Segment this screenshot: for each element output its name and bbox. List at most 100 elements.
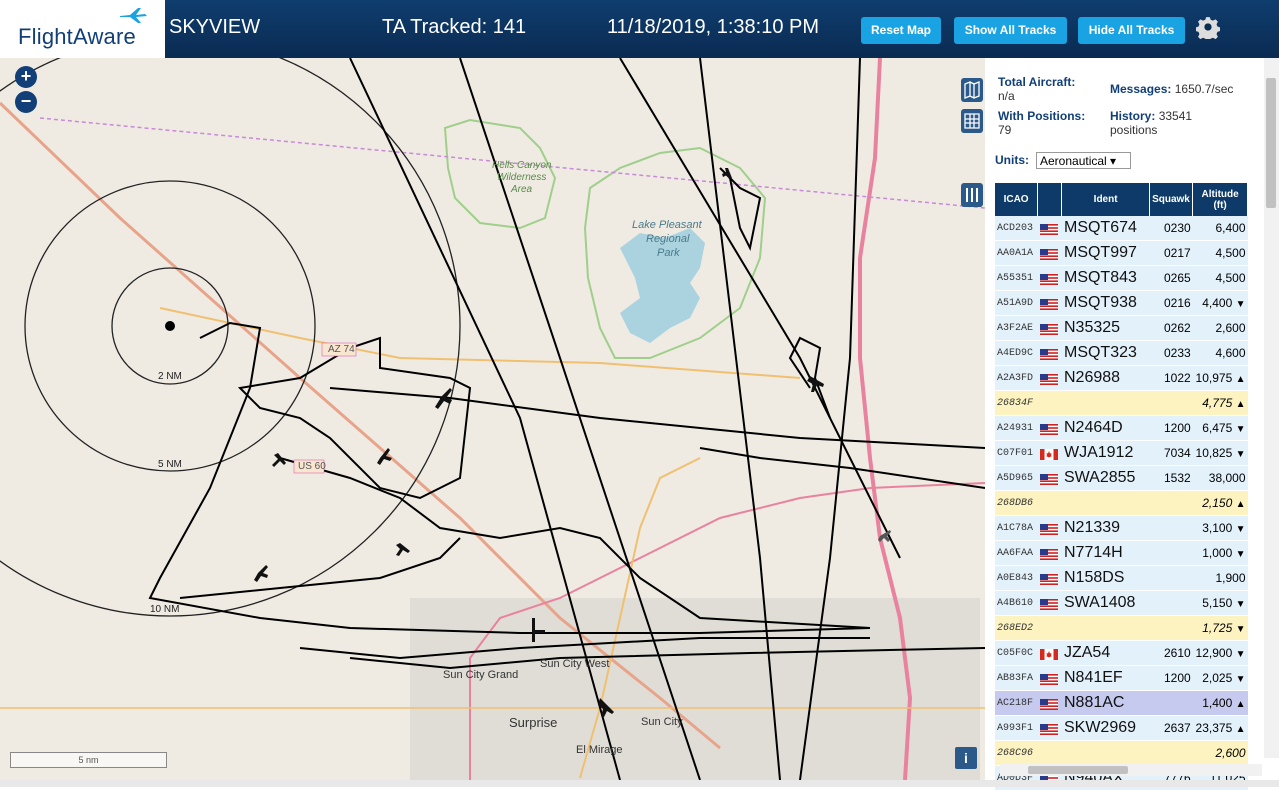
- cell-altitude: 4,775 ▲: [1192, 390, 1248, 416]
- altitude-trend-icon: ▼: [1235, 449, 1246, 460]
- col-flag: [1037, 183, 1063, 216]
- table-row[interactable]: AB83FA N841EF 1200 2,025 ▼: [995, 665, 1248, 691]
- cell-altitude: 1,725 ▼: [1192, 615, 1248, 641]
- col-altitude[interactable]: Altitude (ft): [1192, 183, 1248, 216]
- history: History: 33541 positions: [1110, 109, 1192, 137]
- cell-icao: A0E843: [995, 565, 1038, 591]
- col-squawk[interactable]: Squawk: [1149, 183, 1194, 216]
- table-row[interactable]: ACD203 MSQT674 0230 6,400: [995, 216, 1248, 241]
- horizontal-scrollbar[interactable]: [1000, 764, 1262, 776]
- messages: Messages: 1650.7/sec: [1110, 82, 1233, 96]
- place-park: Park: [657, 247, 680, 259]
- us-flag-icon: [1039, 348, 1058, 360]
- altitude-value: 4,775: [1202, 396, 1233, 410]
- altitude-value: 4,400: [1202, 296, 1233, 310]
- total-aircraft-value: n/a: [998, 89, 1015, 103]
- cell-icao: A24931: [995, 415, 1038, 441]
- place-regional: Regional: [646, 233, 690, 245]
- us-flag-icon: [1039, 573, 1058, 585]
- canada-flag-icon: [1039, 448, 1058, 460]
- zoom-in-button[interactable]: +: [15, 66, 37, 88]
- map-layers-button[interactable]: [961, 78, 983, 102]
- show-all-tracks-button[interactable]: Show All Tracks: [954, 17, 1067, 44]
- table-row[interactable]: A3F2AE N35325 0262 2,600: [995, 315, 1248, 341]
- table-row[interactable]: A2A3FD N26988 1022 10,975 ▲: [995, 365, 1248, 391]
- cell-icao: A4ED9C: [995, 340, 1038, 366]
- info-button[interactable]: i: [955, 747, 977, 769]
- us-flag-icon: [1039, 323, 1058, 335]
- map-view[interactable]: 2 NM 5 NM 10 NM AZ 74 US 60 Hells Canyon…: [0, 58, 985, 780]
- scroll-thumb-h[interactable]: [1028, 766, 1128, 774]
- place-el-mirage: El Mirage: [576, 744, 623, 756]
- us-flag-icon: [1039, 523, 1058, 535]
- columns-button[interactable]: [961, 183, 983, 207]
- cell-ident: MSQT938: [1061, 290, 1150, 316]
- altitude-trend-icon: ▼: [1235, 424, 1246, 435]
- table-row[interactable]: A5D965 SWA2855 1532 38,000: [995, 465, 1248, 491]
- table-row[interactable]: 268ED2 1,725 ▼: [995, 615, 1248, 641]
- table-row[interactable]: A51A9D MSQT938 0216 4,400 ▼: [995, 290, 1248, 316]
- units-select[interactable]: Aeronautical ▾: [1036, 152, 1131, 169]
- cell-altitude: 4,500: [1192, 265, 1248, 291]
- logo-text: FlightAware: [18, 24, 136, 49]
- cell-ident: N35325: [1061, 315, 1150, 341]
- vertical-scrollbar[interactable]: [1264, 58, 1279, 758]
- total-aircraft-label: Total Aircraft:: [998, 75, 1076, 89]
- table-row[interactable]: 268DB6 2,150 ▲: [995, 490, 1248, 516]
- table-row[interactable]: C05F0C JZA54 2610 12,900 ▼: [995, 640, 1248, 666]
- us-flag-icon: [1039, 298, 1058, 310]
- site-name: SKYVIEW: [169, 16, 261, 38]
- table-row[interactable]: 268C96 2,600: [995, 740, 1248, 766]
- altitude-value: 2,600: [1215, 321, 1246, 335]
- cell-ident: N158DS: [1061, 565, 1150, 591]
- reset-map-button[interactable]: Reset Map: [861, 17, 941, 44]
- gear-icon[interactable]: [1196, 15, 1220, 39]
- cell-icao: ACD203: [995, 216, 1038, 241]
- altitude-value: 2,150: [1202, 496, 1233, 510]
- table-row[interactable]: 26834F 4,775 ▲: [995, 390, 1248, 416]
- table-row[interactable]: AA6FAA N7714H 1,000 ▼: [995, 540, 1248, 566]
- cell-squawk: 1200: [1149, 415, 1193, 441]
- col-ident[interactable]: Ident: [1061, 183, 1150, 216]
- zoom-out-button[interactable]: −: [15, 91, 37, 113]
- altitude-value: 3,100: [1202, 521, 1233, 535]
- grid-icon: [964, 113, 980, 129]
- table-row[interactable]: A4B610 SWA1408 5,150 ▼: [995, 590, 1248, 616]
- cell-ident: SWA2855: [1061, 465, 1150, 491]
- cell-ident: N7714H: [1061, 540, 1150, 566]
- flightaware-logo[interactable]: FlightAware: [0, 0, 165, 58]
- scroll-thumb[interactable]: [1266, 78, 1276, 208]
- altitude-value: 1,725: [1202, 621, 1233, 635]
- table-row[interactable]: A4ED9C MSQT323 0233 4,600: [995, 340, 1248, 366]
- cell-altitude: 3,100 ▼: [1192, 515, 1248, 541]
- aircraft-table: ICAO Ident Squawk Altitude (ft) ACD203 MS…: [995, 183, 1248, 791]
- table-row[interactable]: A55351 MSQT843 0265 4,500: [995, 265, 1248, 291]
- table-row[interactable]: A993F1 SKW2969 2637 23,375 ▲: [995, 715, 1248, 741]
- cell-altitude: 1,900: [1192, 565, 1248, 591]
- table-row[interactable]: C07F01 WJA1912 7034 10,825 ▼: [995, 440, 1248, 466]
- altitude-value: 4,600: [1215, 346, 1246, 360]
- hide-all-tracks-button[interactable]: Hide All Tracks: [1078, 17, 1185, 44]
- altitude-trend-icon: ▼: [1235, 524, 1246, 535]
- altitude-value: 4,500: [1215, 246, 1246, 260]
- cell-ident: MSQT323: [1061, 340, 1150, 366]
- table-row[interactable]: A24931 N2464D 1200 6,475 ▼: [995, 415, 1248, 441]
- cell-altitude: 10,975 ▲: [1192, 365, 1248, 391]
- place-wilderness: Wilderness: [497, 172, 547, 183]
- grid-button[interactable]: [961, 109, 983, 133]
- table-row[interactable]: AA0A1A MSQT997 0217 4,500: [995, 240, 1248, 266]
- road-az74: AZ 74: [328, 344, 355, 355]
- cell-squawk: 1022: [1149, 365, 1193, 391]
- table-row[interactable]: A1C78A N21339 3,100 ▼: [995, 515, 1248, 541]
- tracked-count: TA Tracked: 141: [382, 16, 527, 38]
- place-area: Area: [511, 184, 533, 195]
- cell-altitude: 2,600: [1192, 740, 1248, 766]
- us-flag-icon: [1039, 223, 1058, 235]
- table-row[interactable]: AC218F N881AC 1,400 ▲: [995, 690, 1248, 716]
- cell-altitude: 2,025 ▼: [1192, 665, 1248, 691]
- datetime: 11/18/2019, 1:38:10 PM: [607, 16, 820, 38]
- us-flag-icon: [1039, 373, 1058, 385]
- total-aircraft: Total Aircraft: n/a: [998, 75, 1075, 103]
- table-row[interactable]: A0E843 N158DS 1,900: [995, 565, 1248, 591]
- col-icao[interactable]: ICAO: [995, 183, 1039, 216]
